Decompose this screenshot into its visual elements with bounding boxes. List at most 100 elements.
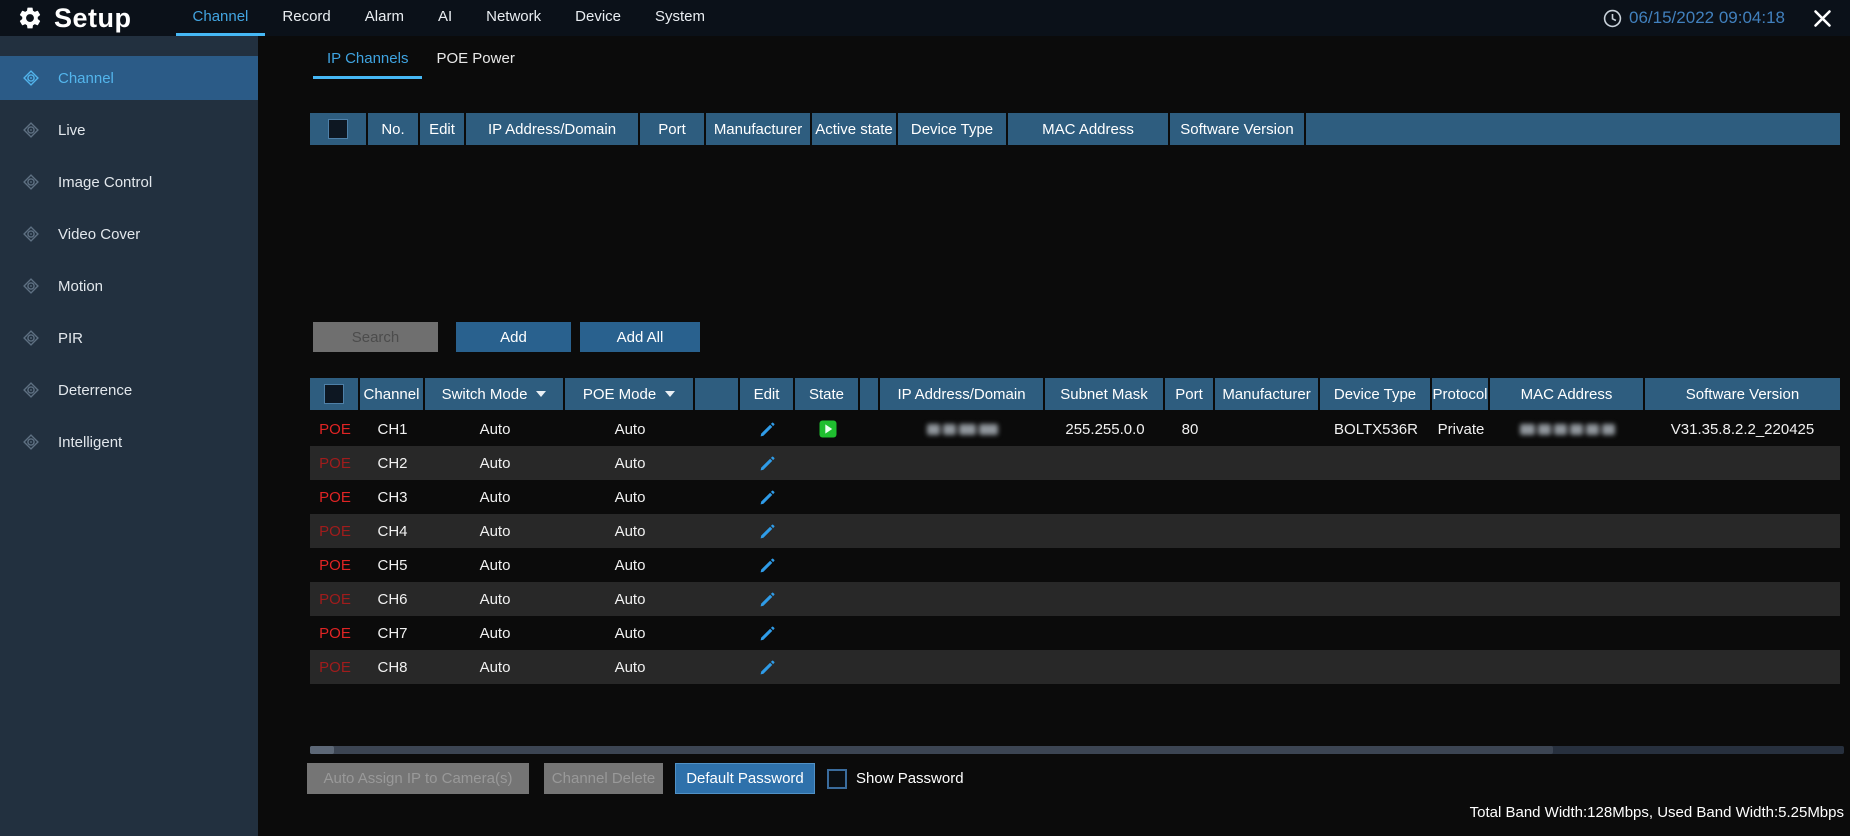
sidebar-item-pir[interactable]: PIR (0, 316, 258, 360)
chevron-down-icon (665, 391, 676, 397)
show-password-checkbox[interactable] (827, 768, 847, 789)
col-header-port: Port (640, 113, 706, 145)
sidebar-item-label: Motion (58, 277, 104, 295)
nav-ai[interactable]: AI (421, 0, 469, 36)
manufacturer-value (1215, 412, 1320, 446)
edit-icon[interactable] (759, 455, 776, 472)
state-cell (795, 582, 860, 616)
device-type-value (1320, 480, 1432, 514)
header-filler (1306, 113, 1840, 145)
edit-icon[interactable] (759, 659, 776, 676)
software-version-value (1645, 616, 1840, 650)
col-header-port: Port (1165, 378, 1215, 410)
channel-row-ch3: POE CH3 Auto Auto (310, 480, 1840, 514)
col-header-poe-mode[interactable]: POE Mode (565, 378, 695, 410)
select-all-checkbox[interactable] (324, 384, 344, 404)
nav-network[interactable]: Network (469, 0, 558, 36)
header-label: Device Type (1333, 385, 1417, 403)
edit-cell (740, 480, 795, 514)
sidebar-item-deterrence[interactable]: Deterrence (0, 368, 258, 412)
sidebar-item-image-control[interactable]: Image Control (0, 160, 258, 204)
edit-cell (740, 412, 795, 446)
poe-mode-value: Auto (614, 522, 646, 540)
header-label: Protocol (1432, 385, 1488, 403)
scrollbar-grip[interactable] (310, 746, 334, 754)
subnet-mask-value (1045, 616, 1165, 650)
menu-diamond-icon (21, 380, 41, 400)
edit-cell (740, 582, 795, 616)
col-header-subnet-mask: Subnet Mask (1045, 378, 1165, 410)
menu-diamond-icon (21, 276, 41, 296)
switch-mode-value: Auto (479, 590, 511, 608)
edit-cell (740, 548, 795, 582)
header-label: Manufacturer (1222, 385, 1311, 403)
sidebar-item-channel[interactable]: Channel (0, 56, 258, 100)
protocol-value (1432, 616, 1490, 650)
header-label: IP Address/Domain (897, 385, 1026, 403)
sidebar-item-label: Channel (58, 69, 114, 87)
channel-row-ch5: POE CH5 Auto Auto (310, 548, 1840, 582)
select-all-cell (310, 378, 360, 410)
nav-system[interactable]: System (638, 0, 722, 36)
sidebar-item-video-cover[interactable]: Video Cover (0, 212, 258, 256)
tab-poe-power[interactable]: POE Power (422, 41, 528, 79)
close-icon[interactable] (1813, 9, 1832, 28)
software-version-value (1645, 548, 1840, 582)
software-version-value (1645, 446, 1840, 480)
edit-icon[interactable] (759, 421, 776, 438)
device-type-value (1320, 650, 1432, 684)
col-header-ip-address-domain: IP Address/Domain (880, 378, 1045, 410)
channels-table-header: Channel Switch Mode POE Mode Edit State IP Ad… (310, 378, 1840, 410)
poe-label: POE (319, 522, 351, 540)
ip-address-value (880, 616, 1045, 650)
switch-mode-value: Auto (479, 624, 511, 642)
nav-device[interactable]: Device (558, 0, 638, 36)
subnet-mask-value (1045, 446, 1165, 480)
software-version-value: V31.35.8.2.2_220425 (1670, 420, 1815, 438)
sidebar-item-intelligent[interactable]: Intelligent (0, 420, 258, 464)
ip-address-value (880, 582, 1045, 616)
edit-icon[interactable] (759, 625, 776, 642)
port-value (1165, 514, 1215, 548)
poe-label: POE (319, 624, 351, 642)
channel-label: CH3 (377, 488, 408, 506)
edit-icon[interactable] (759, 557, 776, 574)
top-nav: Channel Record Alarm AI Network Device System (175, 0, 723, 36)
software-version-value (1645, 514, 1840, 548)
nav-record[interactable]: Record (265, 0, 347, 36)
select-all-checkbox[interactable] (328, 119, 348, 139)
search-button[interactable]: Search (313, 322, 438, 352)
add-all-button[interactable]: Add All (580, 322, 700, 352)
auto-assign-ip-button[interactable]: Auto Assign IP to Camera(s) (307, 763, 529, 794)
col-header-manufacturer: Manufacturer (706, 113, 812, 145)
nav-channel[interactable]: Channel (175, 0, 266, 36)
tab-ip-channels[interactable]: IP Channels (313, 41, 423, 79)
edit-icon[interactable] (759, 591, 776, 608)
channel-label: CH2 (377, 454, 408, 472)
channel-delete-button[interactable]: Channel Delete (544, 763, 663, 794)
horizontal-scrollbar[interactable] (310, 746, 1844, 754)
col-header-switch-mode[interactable]: Switch Mode (425, 378, 565, 410)
show-password-label: Show Password (856, 770, 964, 787)
edit-icon[interactable] (759, 523, 776, 540)
state-cell (795, 514, 860, 548)
sidebar-item-motion[interactable]: Motion (0, 264, 258, 308)
default-password-button[interactable]: Default Password (675, 763, 815, 794)
channel-label: CH5 (377, 556, 408, 574)
mac-address-value (1490, 514, 1645, 548)
add-button[interactable]: Add (456, 322, 571, 352)
edit-icon[interactable] (759, 489, 776, 506)
state-play-icon[interactable] (819, 420, 837, 438)
col-header-edit: Edit (740, 378, 795, 410)
sidebar-item-live[interactable]: Live (0, 108, 258, 152)
scrollbar-thumb[interactable] (310, 746, 1553, 754)
clock-icon (1603, 9, 1622, 28)
nav-alarm[interactable]: Alarm (348, 0, 421, 36)
sidebar-item-label: Image Control (58, 173, 153, 191)
edit-cell (740, 650, 795, 684)
mac-address-value (1490, 616, 1645, 650)
mac-address-value (1490, 650, 1645, 684)
